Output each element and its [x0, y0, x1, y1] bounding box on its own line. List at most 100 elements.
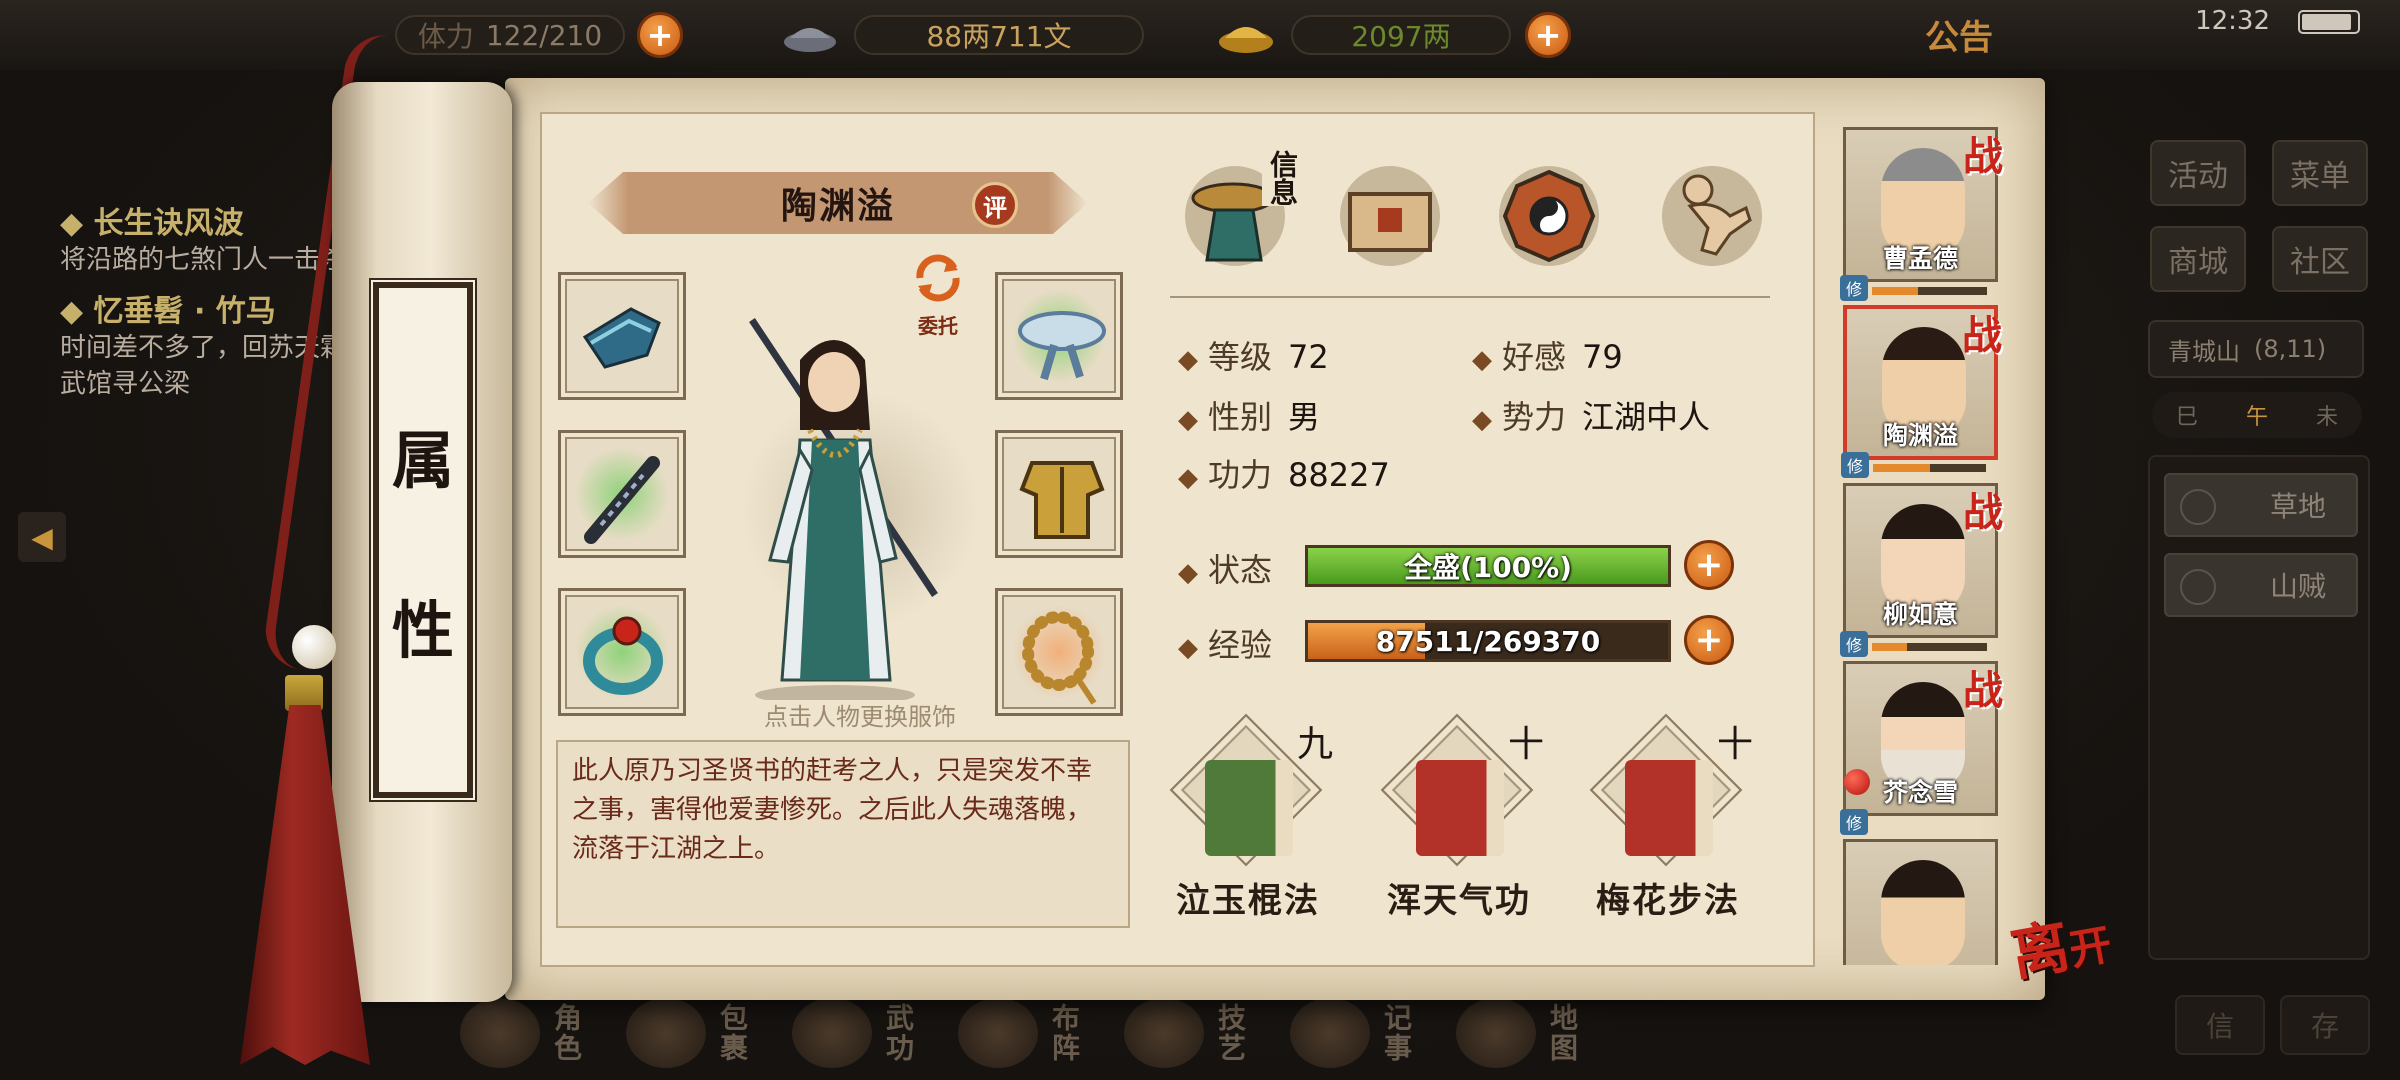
stat-level: 等级 72 — [1178, 332, 1329, 378]
entrust-button[interactable]: 委托 — [903, 250, 973, 339]
add-exp-button[interactable]: + — [1684, 615, 1734, 665]
activity-button[interactable]: 活动 — [2150, 140, 2246, 206]
save-button[interactable]: 存 — [2280, 995, 2370, 1055]
skill-book-icon — [1416, 760, 1504, 856]
stat-gender: 性别男 — [1178, 392, 1320, 438]
belt-icon — [1018, 311, 1106, 381]
time-slot: 未 — [2315, 405, 2338, 430]
tent-icon — [2180, 489, 2216, 525]
location-name: 青城山 — [2168, 337, 2240, 366]
stamina-count: 122/210 — [485, 18, 603, 52]
stat-label: 功力 — [1178, 456, 1272, 494]
battle-badge: 战 — [1963, 133, 2003, 180]
stat-label: 势力 — [1472, 398, 1566, 436]
equip-slot-belt[interactable] — [995, 272, 1123, 400]
companion-card[interactable]: 战 芥念雪 修 — [1840, 661, 2003, 835]
companion-xp-fill — [1872, 287, 1918, 295]
add-gold-button[interactable]: + — [1525, 12, 1571, 58]
nav-label: 地图 — [1546, 1002, 1579, 1063]
nav-label: 角色 — [550, 1002, 583, 1063]
tab-meridians[interactable] — [1650, 150, 1775, 275]
restore-status-button[interactable]: + — [1684, 540, 1734, 590]
tab-bagua[interactable] — [1487, 150, 1612, 275]
nearby-item-grass[interactable]: 草地 — [2164, 473, 2358, 537]
equip-slot-weapon[interactable] — [558, 430, 686, 558]
community-button[interactable]: 社区 — [2272, 226, 2368, 292]
rate-button[interactable]: 评 — [972, 182, 1018, 228]
equip-slot-gloves[interactable] — [558, 272, 686, 400]
character-portrait[interactable] — [700, 300, 970, 700]
companion-card-selected[interactable]: 战 陶渊溢 修 — [1841, 305, 2002, 478]
nearby-label: 草地 — [2269, 490, 2326, 523]
exp-bar-text: 87511/269370 — [1375, 624, 1601, 658]
silver-resource: 88两711文 — [780, 12, 1144, 58]
journal-icon — [1290, 997, 1370, 1068]
companion-card[interactable] — [1843, 839, 1998, 965]
add-stamina-button[interactable]: + — [637, 12, 683, 58]
refresh-icon — [916, 254, 960, 302]
companion-name: 柳如意 — [1882, 600, 1958, 629]
leave-label-small: 开 — [2065, 919, 2116, 976]
companion-name: 陶渊溢 — [1882, 421, 1958, 450]
stat-label: 好感 — [1472, 338, 1566, 376]
notification-dot — [1844, 769, 1870, 795]
location-coords: (8,11) — [2254, 335, 2327, 363]
bagua-icon — [958, 997, 1038, 1068]
stat-label: 性别 — [1178, 398, 1272, 436]
tools-icon — [1124, 997, 1204, 1068]
collapse-arrow-icon[interactable]: ◀ — [18, 512, 66, 562]
tab-identity[interactable] — [1328, 150, 1453, 275]
battle-badge: 战 — [1963, 667, 2003, 714]
stat-power: 功力 88227 — [1178, 450, 1390, 496]
companion-card[interactable]: 战 曹孟德 修 — [1840, 127, 2003, 301]
skill-name: 浑天气功 — [1387, 881, 1531, 921]
tassel-bead — [292, 625, 336, 669]
character-icon — [460, 997, 540, 1068]
battery-icon — [2298, 10, 2360, 34]
location-display[interactable]: 青城山 (8,11) — [2148, 320, 2364, 378]
companion-list[interactable]: 战 曹孟德 修 战 陶渊溢 修 战 柳如意 修 战 芥念雪 修 — [1835, 125, 2011, 965]
character-description: 此人原乃习圣贤书的赶考之人，只是突发不幸之事，害得他爱妻惨死。之后此人失魂落魄，… — [556, 740, 1130, 928]
bag-icon — [626, 997, 706, 1068]
stat-label: 等级 — [1178, 338, 1272, 376]
notice-button[interactable]: 公告 — [1925, 10, 1993, 59]
companion-card[interactable]: 战 柳如意 修 — [1840, 483, 2003, 657]
skill-book-icon — [1625, 760, 1713, 856]
gold-resource: 2097两 + — [1215, 12, 1571, 58]
stamina-value: 体力 122/210 — [395, 15, 625, 55]
skill-name: 泣玉棍法 — [1176, 881, 1320, 921]
mail-button[interactable]: 信 — [2175, 995, 2265, 1055]
time-slot: 巳 — [2175, 405, 2198, 430]
stat-exp-label: 经验 — [1178, 620, 1272, 666]
shop-button[interactable]: 商城 — [2150, 226, 2246, 292]
cultivate-badge: 修 — [1841, 452, 1869, 478]
leave-button[interactable]: 离开 — [2003, 892, 2116, 992]
stamina-resource: 体力 122/210 + — [395, 12, 683, 58]
nav-label: 技艺 — [1214, 1002, 1247, 1063]
companion-portrait — [1881, 860, 1965, 965]
tab-info-label: 信息 — [1262, 150, 1302, 206]
equip-slot-ring[interactable] — [558, 588, 686, 716]
scroll-title: 属 性 — [371, 280, 475, 800]
companion-xp-bar — [1872, 287, 1987, 295]
armor-icon — [1019, 461, 1105, 539]
battle-badge: 战 — [1962, 312, 2002, 359]
status-clock: 12:32 — [2195, 6, 2270, 36]
nav-label: 包裹 — [716, 1002, 749, 1063]
skill-book-icon — [1205, 760, 1293, 856]
tab-divider — [1170, 296, 1770, 298]
ring-icon — [583, 616, 663, 695]
cultivate-badge: 修 — [1840, 631, 1868, 657]
person-icon — [2180, 569, 2216, 605]
menu-button[interactable]: 菜单 — [2272, 140, 2368, 206]
cultivate-badge: 修 — [1840, 809, 1868, 835]
stat-label: 经验 — [1178, 626, 1272, 664]
stat-label: 状态 — [1178, 551, 1272, 589]
silver-amount: 88两711文 — [854, 15, 1144, 55]
quest-title[interactable]: 长生诀风波 — [60, 198, 360, 242]
equip-slot-armor[interactable] — [995, 430, 1123, 558]
cultivate-badge: 修 — [1840, 275, 1868, 301]
nearby-item-bandit[interactable]: 山贼 — [2164, 553, 2358, 617]
nearby-label: 山贼 — [2269, 570, 2326, 603]
time-of-day: 巳 午 未 — [2152, 392, 2362, 438]
